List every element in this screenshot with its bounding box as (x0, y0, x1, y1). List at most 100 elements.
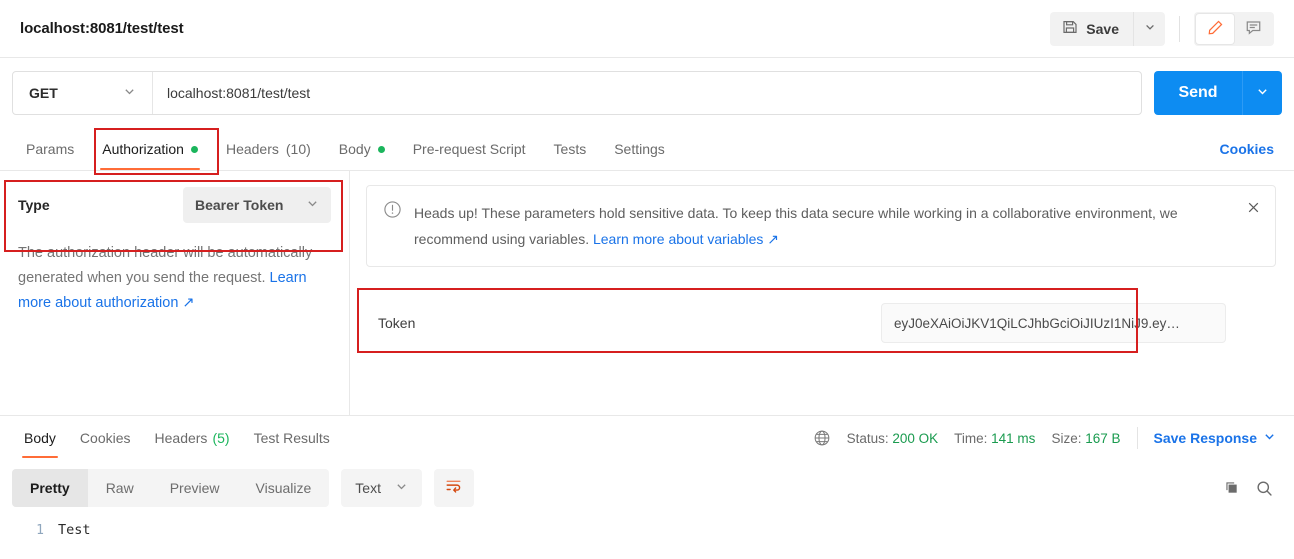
tab-label: Settings (614, 141, 665, 157)
response-tab-headers[interactable]: Headers (5) (143, 416, 242, 460)
search-icon[interactable] (1255, 479, 1274, 498)
tab-label: Body (338, 141, 371, 157)
postman-request-window: localhost:8081/test/test Save GET localh… (0, 0, 1294, 559)
copy-icon[interactable] (1223, 479, 1241, 497)
save-button[interactable]: Save (1050, 11, 1133, 46)
url-input[interactable]: localhost:8081/test/test (153, 85, 1141, 101)
status-dot-icon (190, 145, 198, 153)
view-toggle-group (1194, 11, 1274, 46)
banner-close-button[interactable] (1243, 200, 1263, 220)
banner-message-text: Heads up! These parameters hold sensitiv… (414, 205, 1178, 247)
comment-icon-button[interactable] (1234, 14, 1272, 44)
status-badge: Status: 200 OK (847, 431, 939, 446)
banner-message: Heads up! These parameters hold sensitiv… (414, 200, 1231, 252)
tab-label: Params (26, 141, 75, 157)
response-tab-test-results[interactable]: Test Results (242, 416, 342, 460)
save-button-label: Save (1086, 20, 1119, 37)
tab-label: Test Results (253, 430, 330, 446)
http-method-select[interactable]: GET (13, 72, 153, 114)
divider (1179, 15, 1180, 42)
divider (1136, 427, 1138, 449)
response-bar: Body Cookies Headers (5) Test Results St… (0, 415, 1294, 460)
line-text: Test (58, 522, 91, 538)
chevron-down-icon (395, 480, 408, 496)
tab-label: Headers (154, 430, 208, 446)
http-method-value: GET (29, 85, 58, 101)
tab-headers[interactable]: Headers (10) (212, 128, 325, 170)
pencil-icon (1207, 19, 1224, 39)
time-label: Time: (954, 430, 988, 446)
size-value: 167 B (1085, 430, 1121, 446)
floppy-disk-icon (1062, 19, 1078, 38)
body-format-select[interactable]: Text (341, 469, 422, 507)
tab-label: Headers (225, 141, 279, 157)
save-options-button[interactable] (1133, 11, 1165, 46)
tab-params[interactable]: Params (12, 128, 88, 170)
body-view-raw[interactable]: Raw (88, 469, 152, 507)
save-response-label: Save Response (1153, 430, 1258, 446)
auth-help-text: The authorization header will be automat… (0, 237, 349, 316)
pencil-icon-button[interactable] (1196, 13, 1234, 44)
tab-label: Cookies (79, 430, 131, 446)
url-bar: GET localhost:8081/test/test Send (0, 58, 1294, 128)
word-wrap-icon (444, 476, 463, 500)
auth-type-row: Type Bearer Token (0, 171, 349, 237)
tab-label: Tests (553, 141, 587, 157)
chevron-down-icon (1144, 21, 1156, 36)
send-button-group: Send (1154, 71, 1282, 115)
send-button[interactable]: Send (1154, 71, 1242, 115)
body-toolbar: Pretty Raw Preview Visualize Text (0, 460, 1294, 516)
code-line: 1 Test (0, 516, 1294, 538)
auth-type-select[interactable]: Bearer Token (183, 187, 331, 223)
status-dot-icon (377, 145, 385, 153)
response-body-viewer[interactable]: 1 Test (0, 516, 1294, 559)
tab-settings[interactable]: Settings (600, 128, 679, 170)
close-icon (1246, 200, 1261, 220)
token-row: Token eyJ0eXAiOiJKV1QiLCJhbGciOiJIUzI1Ni… (366, 289, 1276, 357)
page-title: localhost:8081/test/test (20, 20, 184, 37)
alert-circle-icon (383, 200, 402, 224)
tab-pre-request-script[interactable]: Pre-request Script (399, 128, 540, 170)
status-value: 200 OK (892, 430, 939, 446)
auth-type-label: Type (18, 197, 50, 213)
learn-more-variables-link[interactable]: Learn more about variables ↗ (593, 231, 779, 247)
tab-count: (5) (212, 430, 230, 446)
response-tab-body[interactable]: Body (12, 416, 68, 460)
body-actions (1223, 479, 1282, 498)
token-label: Token (378, 315, 416, 331)
time-value: 141 ms (991, 430, 1036, 446)
response-tab-cookies[interactable]: Cookies (68, 416, 143, 460)
chevron-down-icon (306, 197, 319, 213)
auth-type-panel: Type Bearer Token The authorization head… (0, 171, 350, 415)
tab-body[interactable]: Body (325, 128, 399, 170)
save-button-group: Save (1050, 11, 1165, 46)
sensitive-data-banner: Heads up! These parameters hold sensitiv… (366, 185, 1276, 267)
top-bar-actions: Save (1050, 11, 1274, 46)
line-number: 1 (36, 522, 44, 538)
size-badge: Size: 167 B (1051, 431, 1120, 446)
request-tabs: Params Authorization Headers (10) Body P… (0, 128, 1294, 171)
tab-tests[interactable]: Tests (540, 128, 601, 170)
comment-icon (1245, 19, 1262, 39)
token-input[interactable]: eyJ0eXAiOiJKV1QiLCJhbGciOiJIUzI1NiJ9.ey… (881, 303, 1226, 343)
top-bar: localhost:8081/test/test Save (0, 0, 1294, 58)
tab-label: Authorization (102, 141, 184, 157)
chevron-down-icon (123, 85, 136, 101)
response-meta: Status: 200 OK Time: 141 ms Size: 167 B … (813, 427, 1282, 449)
tab-label: Body (24, 430, 56, 446)
body-view-pretty[interactable]: Pretty (12, 469, 88, 507)
word-wrap-button[interactable] (433, 469, 474, 507)
auth-type-value: Bearer Token (195, 197, 284, 213)
body-view-preview[interactable]: Preview (152, 469, 238, 507)
cookies-link[interactable]: Cookies (1220, 128, 1282, 170)
chevron-down-icon (1256, 85, 1269, 101)
globe-icon (813, 429, 831, 447)
authorization-pane: Type Bearer Token The authorization head… (0, 171, 1294, 415)
body-view-visualize[interactable]: Visualize (238, 469, 330, 507)
tab-authorization[interactable]: Authorization (88, 128, 212, 170)
send-options-button[interactable] (1242, 71, 1282, 115)
chevron-down-icon (1263, 430, 1276, 446)
status-label: Status: (846, 430, 889, 446)
save-response-button[interactable]: Save Response (1154, 430, 1277, 446)
tab-count: (10) (285, 141, 311, 157)
